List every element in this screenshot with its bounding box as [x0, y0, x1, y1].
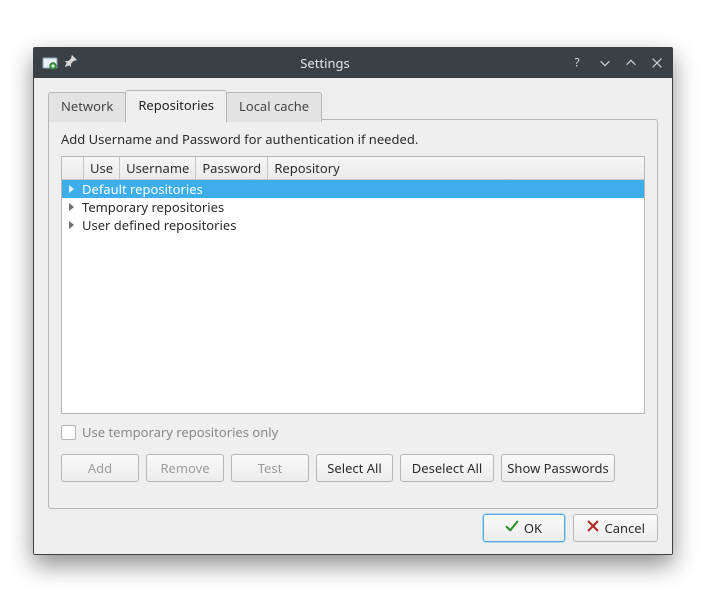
- ok-check-icon: [505, 519, 519, 537]
- group-temporary-repositories[interactable]: Temporary repositories: [62, 198, 644, 216]
- titlebar-left: [42, 54, 78, 72]
- test-button[interactable]: Test: [231, 454, 309, 482]
- chevron-right-icon[interactable]: [62, 182, 80, 197]
- app-icon: [42, 55, 58, 71]
- group-label: Default repositories: [80, 180, 203, 198]
- col-use[interactable]: Use: [84, 157, 120, 179]
- cancel-x-icon: [586, 519, 600, 537]
- group-default-repositories[interactable]: Default repositories: [62, 180, 644, 198]
- group-user-defined-repositories[interactable]: User defined repositories: [62, 216, 644, 234]
- tab-panel-repositories: Add Username and Password for authentica…: [48, 119, 658, 509]
- add-button[interactable]: Add: [61, 454, 139, 482]
- table-body: Default repositories Temporary repositor…: [62, 180, 644, 234]
- group-label: User defined repositories: [80, 216, 236, 234]
- checkbox-label: Use temporary repositories only: [82, 423, 278, 441]
- tab-repositories[interactable]: Repositories: [125, 90, 227, 120]
- tab-local-cache[interactable]: Local cache: [226, 92, 322, 122]
- deselect-all-button[interactable]: Deselect All: [400, 454, 494, 482]
- window-controls: ?: [572, 56, 664, 70]
- col-password[interactable]: Password: [196, 157, 268, 179]
- close-icon[interactable]: [650, 56, 664, 70]
- remove-button[interactable]: Remove: [146, 454, 224, 482]
- select-all-button[interactable]: Select All: [316, 454, 393, 482]
- ok-label: OK: [524, 519, 542, 537]
- repositories-table[interactable]: Use Username Password Repository Default…: [61, 156, 645, 414]
- col-expand: [62, 157, 84, 179]
- dialog-buttons: OK Cancel: [483, 514, 658, 542]
- window-title: Settings: [78, 54, 572, 72]
- col-username[interactable]: Username: [120, 157, 196, 179]
- tabs: Network Repositories Local cache Add Use…: [48, 90, 658, 509]
- svg-text:?: ?: [575, 56, 580, 70]
- hint-text: Add Username and Password for authentica…: [61, 130, 645, 148]
- group-label: Temporary repositories: [80, 198, 224, 216]
- action-buttons: Add Remove Test Select All Deselect All …: [61, 454, 645, 482]
- settings-window: Settings ? Network Repositories Local ca…: [33, 47, 673, 555]
- cancel-label: Cancel: [605, 519, 645, 537]
- table-header: Use Username Password Repository: [62, 157, 644, 180]
- chevron-right-icon[interactable]: [62, 200, 80, 215]
- cancel-button[interactable]: Cancel: [573, 514, 658, 542]
- tab-network[interactable]: Network: [48, 92, 126, 122]
- titlebar: Settings ?: [34, 48, 672, 78]
- pin-icon[interactable]: [64, 54, 78, 72]
- help-icon[interactable]: ?: [572, 56, 586, 70]
- maximize-icon[interactable]: [624, 56, 638, 70]
- col-repository[interactable]: Repository: [268, 157, 644, 179]
- checkbox-box[interactable]: [61, 425, 76, 440]
- content-area: Network Repositories Local cache Add Use…: [34, 78, 672, 554]
- ok-button[interactable]: OK: [483, 514, 565, 542]
- minimize-icon[interactable]: [598, 56, 612, 70]
- show-passwords-button[interactable]: Show Passwords: [501, 454, 615, 482]
- chevron-right-icon[interactable]: [62, 218, 80, 233]
- use-temporary-only-checkbox[interactable]: Use temporary repositories only: [61, 423, 278, 441]
